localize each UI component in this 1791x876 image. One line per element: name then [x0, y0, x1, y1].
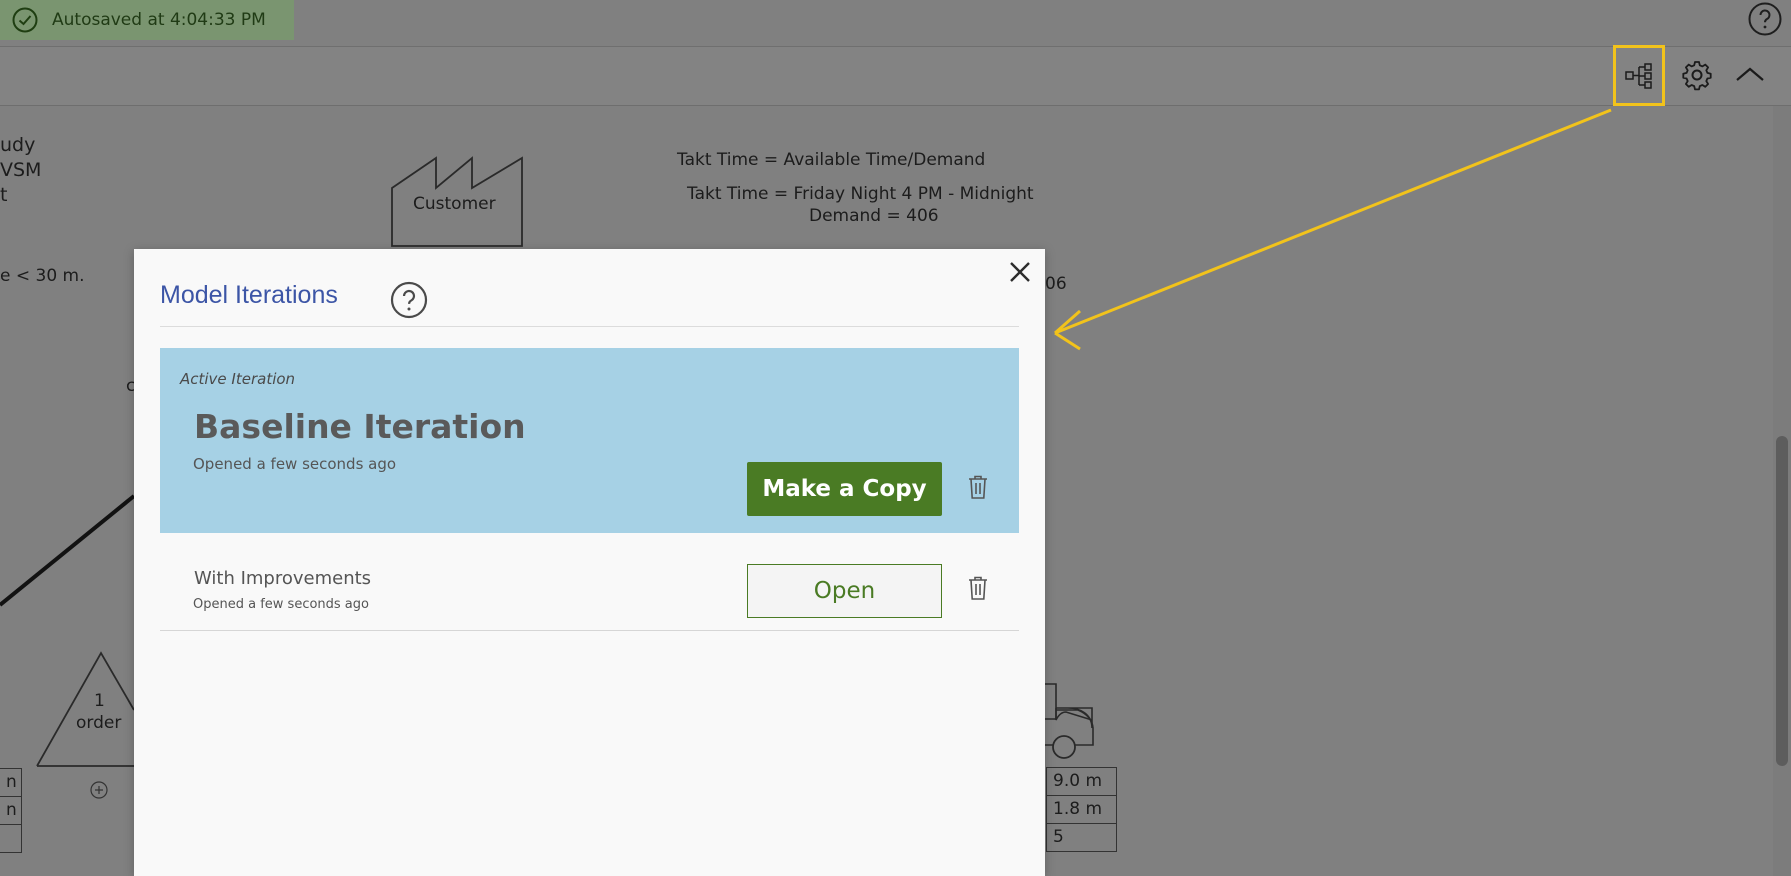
data-box-cell: 5 [1046, 823, 1117, 852]
data-box-cell [0, 824, 22, 853]
trash-icon[interactable] [966, 575, 990, 601]
model-iterations-dialog: Model Iterations Active Iteration Baseli… [134, 249, 1045, 876]
scrollbar-thumb[interactable] [1776, 436, 1788, 766]
iteration-opened: Opened a few seconds ago [193, 597, 369, 612]
trash-icon[interactable] [966, 474, 990, 500]
active-iteration-panel: Active Iteration Baseline Iteration Open… [160, 348, 1019, 533]
active-iteration-caption: Active Iteration [180, 370, 296, 388]
data-box-cell: n [0, 796, 22, 825]
iteration-name: With Improvements [194, 568, 372, 589]
vertical-scrollbar[interactable] [1773, 106, 1791, 876]
data-box-cell: n [0, 768, 22, 797]
active-iteration-opened: Opened a few seconds ago [193, 455, 397, 473]
dialog-title: Model Iterations [160, 281, 338, 309]
iteration-row: With Improvements Opened a few seconds a… [160, 533, 1019, 631]
open-iteration-button[interactable]: Open [747, 564, 942, 618]
inventory-qty: 1 [94, 691, 105, 711]
close-icon[interactable] [1005, 257, 1035, 287]
inventory-unit: order [76, 713, 122, 733]
divider [160, 326, 1019, 327]
data-box-cell: 1.8 m [1046, 795, 1117, 824]
data-box-cell: 9.0 m [1046, 767, 1117, 796]
make-copy-button[interactable]: Make a Copy [747, 462, 942, 516]
help-circle-icon[interactable] [390, 281, 428, 319]
active-iteration-name: Baseline Iteration [194, 407, 526, 446]
